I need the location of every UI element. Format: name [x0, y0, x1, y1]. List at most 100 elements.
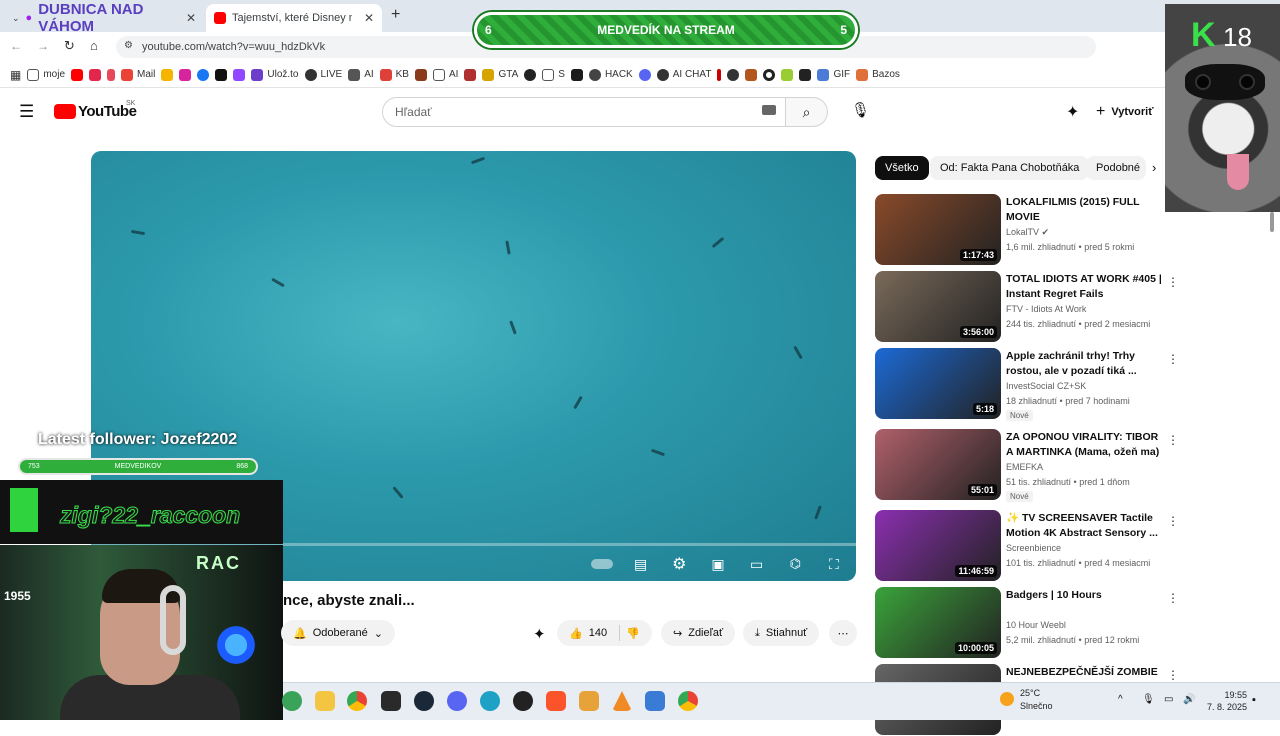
bookmark-twitch[interactable] [233, 68, 246, 81]
recommendation-card[interactable]: 3:56:00 TOTAL IDIOTS AT WORK #405 | Insta… [875, 271, 1179, 343]
chip-from-channel[interactable]: Od: Fakta Pana Chobotňáka [930, 156, 1090, 180]
bookmark-ai[interactable]: AI [348, 68, 374, 81]
tab-youtube[interactable]: Tajemství, které Disney nechce... ✕ [206, 4, 382, 32]
subscribe-button[interactable]: 🔔 Odoberané ⌄ [281, 620, 395, 646]
recommendation-card[interactable]: 55:01 ZA OPONOU VIRALITY: TIBOR A MARTINK… [875, 429, 1179, 502]
thumbs-down-icon[interactable]: 👎 [626, 627, 640, 640]
rec-title[interactable]: ✨ TV SCREENSAVER Tactile Motion 4K Abstr… [1006, 511, 1162, 541]
rec-channel[interactable]: EMEFKA [1006, 462, 1043, 472]
bookmark-gif[interactable]: GIF [817, 68, 850, 81]
youtube-logo-icon[interactable] [54, 104, 76, 119]
chip-all[interactable]: Všetko [875, 156, 929, 180]
steam-icon[interactable] [414, 691, 434, 711]
bookmark-gta[interactable]: GTA [482, 68, 518, 81]
volume-icon[interactable]: 🔊 [1183, 694, 1195, 705]
notification-icon[interactable]: ▪ [1252, 694, 1256, 706]
chevron-right-icon[interactable]: › [1152, 160, 1156, 175]
bookmark-more1[interactable] [717, 68, 722, 81]
edge-icon[interactable] [480, 691, 500, 711]
microphone-tray-icon[interactable]: 🎙 [1142, 694, 1155, 705]
rec-channel[interactable]: 10 Hour Weebl [1006, 620, 1066, 630]
new-tab-button[interactable]: + [391, 6, 400, 24]
bookmark-ai-chat[interactable]: AI CHAT [656, 68, 711, 81]
window-icon[interactable] [645, 691, 665, 711]
settings-gear-icon[interactable]: ⚙ [668, 555, 690, 573]
taskbar-app-green-icon[interactable] [282, 691, 302, 711]
recommendation-card[interactable]: 5:18 Apple zachránil trhy! Trhy rostou, a… [875, 348, 1179, 421]
search-button[interactable]: ⌕ [786, 97, 828, 127]
search-input[interactable]: Hľadať [382, 97, 786, 127]
video-thumbnail[interactable]: 3:56:00 [875, 271, 1001, 342]
autoplay-toggle[interactable] [591, 555, 613, 573]
forward-icon[interactable]: → [37, 39, 49, 53]
share-button[interactable]: ↪ Zdieľať [661, 620, 736, 646]
bookmark-mail[interactable]: Mail [121, 68, 155, 81]
rec-channel[interactable]: FTV - Idiots At Work [1006, 304, 1086, 314]
extension-icon[interactable]: ✦ [533, 625, 546, 643]
more-options-icon[interactable]: ⋮ [1167, 668, 1179, 682]
subtitles-icon[interactable]: ▤ [630, 555, 652, 573]
bookmark-check[interactable] [781, 68, 794, 81]
bookmark-globe[interactable] [524, 68, 537, 81]
more-options-icon[interactable]: ⋮ [1167, 514, 1179, 528]
file-explorer-icon[interactable] [315, 691, 335, 711]
video-thumbnail[interactable]: 55:01 [875, 429, 1001, 500]
bookmark-discord[interactable] [638, 68, 651, 81]
taskbar-clock[interactable]: 19:55 7. 8. 2025 [1205, 689, 1247, 713]
home-icon[interactable]: ⌂ [90, 38, 98, 53]
bookmark-facebook[interactable] [197, 68, 210, 81]
bookmark-ai-folder[interactable]: AI [432, 68, 458, 81]
bookmark-app3[interactable] [464, 68, 477, 81]
cast-icon[interactable]: ⌬ [784, 555, 806, 573]
rec-title[interactable]: LOKALFILMIS (2015) FULL MOVIE [1006, 195, 1162, 225]
video-thumbnail[interactable]: 11:46:59 [875, 510, 1001, 581]
discord-icon[interactable] [447, 691, 467, 711]
network-icon[interactable]: ▭ [1164, 694, 1173, 705]
extension-icon[interactable]: ✦ [1066, 102, 1079, 122]
miniplayer-icon[interactable]: ▣ [707, 555, 729, 573]
download-button[interactable]: ⤓ Stiahnuť [743, 620, 820, 646]
bookmark-orange[interactable] [161, 68, 174, 81]
chrome-icon[interactable] [347, 691, 367, 711]
close-tab-icon[interactable]: ✕ [364, 11, 374, 25]
bookmark-ring[interactable] [763, 68, 776, 81]
bookmark-moje[interactable]: moje [27, 68, 65, 81]
bookmark-kb[interactable]: KB [379, 68, 409, 81]
fullscreen-icon[interactable]: ⛶ [823, 555, 845, 573]
more-options-icon[interactable]: ⋮ [1167, 352, 1179, 366]
recommendation-card[interactable]: 10:00:05 Badgers | 10 Hours 10 Hour Weebl 5… [875, 587, 1179, 659]
more-options-icon[interactable]: ⋮ [1167, 591, 1179, 605]
rec-channel[interactable]: Screenbience [1006, 543, 1061, 553]
create-button[interactable]: + Vytvoriť [1096, 100, 1154, 124]
bookmark-youtube[interactable] [71, 68, 84, 81]
video-thumbnail[interactable]: 5:18 [875, 348, 1001, 419]
bookmark-chart[interactable] [107, 68, 116, 81]
rec-title[interactable]: Badgers | 10 Hours [1006, 588, 1162, 603]
theater-mode-icon[interactable]: ▭ [746, 555, 768, 573]
tray-chevron-icon[interactable]: ^ [1118, 694, 1123, 705]
page-scrollbar[interactable] [1270, 212, 1274, 682]
bookmark-hack[interactable]: HACK [588, 68, 633, 81]
tab-menu-icon[interactable]: ⌄ [12, 13, 20, 24]
bookmark-c[interactable] [799, 68, 812, 81]
rec-title[interactable]: NEJNEBEZPEČNĚJŠÍ ZOMBIE [1006, 665, 1162, 680]
hamburger-menu-icon[interactable]: ☰ [19, 102, 34, 122]
like-button[interactable]: 👍 140 👎 [557, 620, 652, 646]
more-actions-button[interactable]: ⋯ [829, 620, 857, 646]
video-thumbnail[interactable]: 10:00:05 [875, 587, 1001, 658]
more-options-icon[interactable]: ⋮ [1167, 433, 1179, 447]
bookmark-kick[interactable] [570, 68, 583, 81]
chip-related[interactable]: Podobné [1086, 156, 1146, 180]
bookmark-chart2[interactable] [745, 68, 758, 81]
rec-channel[interactable]: InvestSocial CZ+SK [1006, 381, 1086, 391]
bookmark-s[interactable]: S [542, 68, 565, 81]
back-icon[interactable]: ← [10, 39, 22, 53]
close-tab-icon[interactable]: ✕ [186, 11, 196, 25]
apps-icon[interactable]: ▦ [10, 68, 21, 82]
bookmark-app2[interactable] [414, 68, 427, 81]
reload-icon[interactable]: ↻ [64, 38, 75, 54]
rec-title[interactable]: TOTAL IDIOTS AT WORK #405 | Instant Regr… [1006, 272, 1162, 302]
bookmark-tiktok[interactable] [215, 68, 228, 81]
bookmark-ulozto[interactable]: Ulož.to [251, 68, 299, 81]
recommendation-card[interactable]: 1:17:43 LOKALFILMIS (2015) FULL MOVIE Loka… [875, 194, 1165, 266]
